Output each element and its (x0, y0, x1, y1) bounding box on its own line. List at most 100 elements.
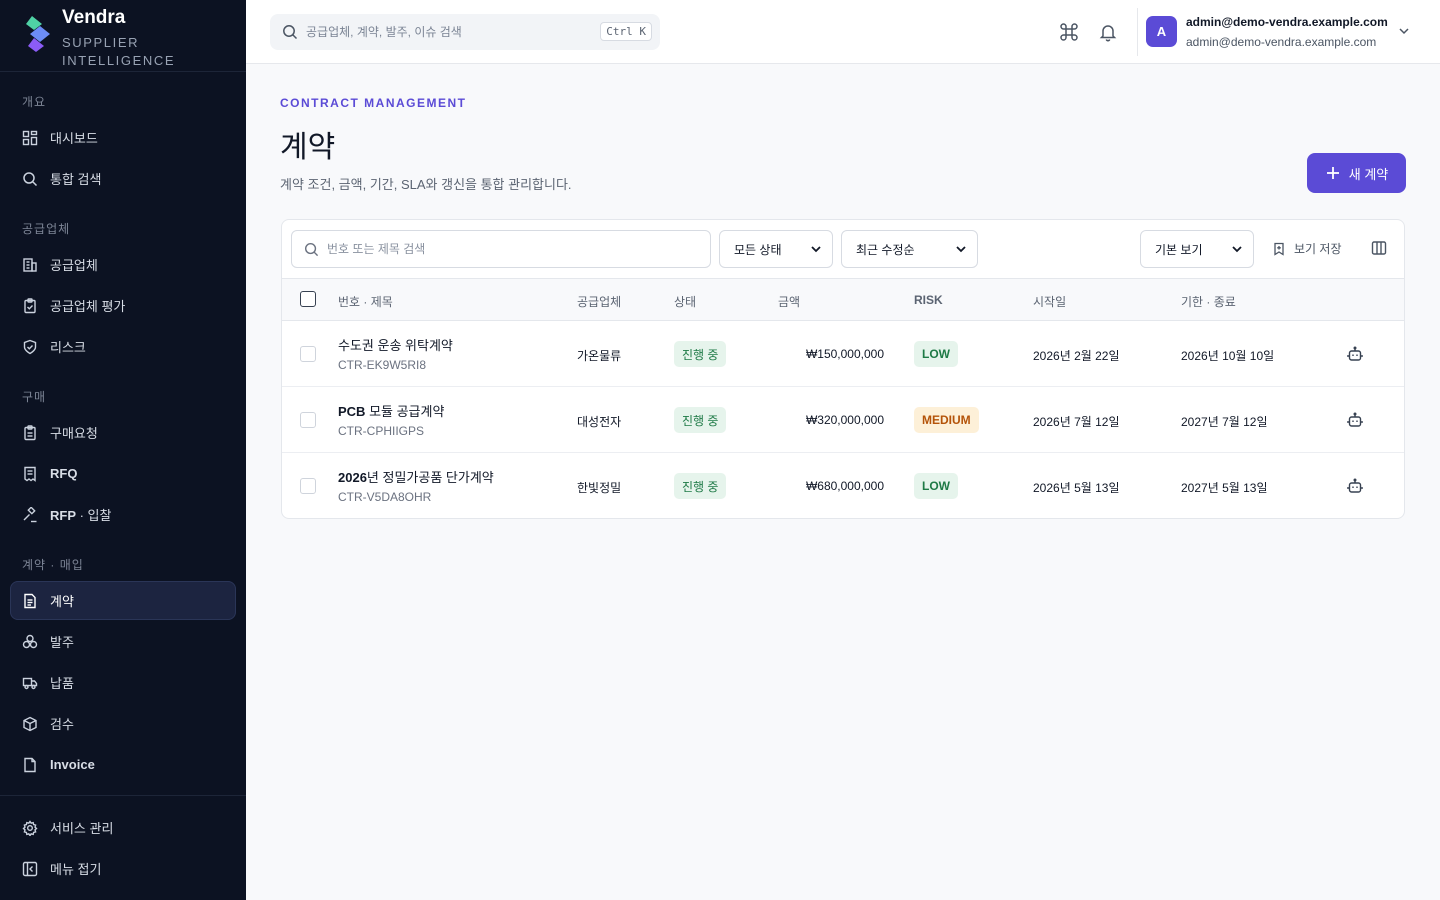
view-select[interactable]: 기본 보기 (1140, 230, 1254, 268)
clipboard-check-icon (24, 297, 36, 313)
save-view-button[interactable]: 보기 저장 (1272, 240, 1342, 257)
truck-icon (22, 677, 38, 689)
view-value: 기본 보기 (1155, 242, 1203, 257)
search-shortcut-badge: Ctrl K (600, 22, 652, 41)
sidebar-collapse-button[interactable]: 메뉴 접기 (10, 849, 236, 888)
sidebar-item-deliveries[interactable]: 납품 (10, 663, 236, 702)
row-checkbox[interactable] (300, 478, 316, 494)
sidebar-item-label: RFP · 입찰 (50, 508, 112, 523)
sidebar-item-rfq[interactable]: RFQ (10, 454, 236, 493)
header-divider (1137, 8, 1138, 56)
dashboard-icon (22, 130, 38, 145)
row-checkbox[interactable] (300, 412, 316, 428)
sidebar-item-label: 통합 검색 (50, 172, 102, 187)
sidebar-item-label: 발주 (50, 635, 74, 650)
new-contract-button[interactable]: 새 계약 (1307, 153, 1406, 193)
sidebar-item-rfp[interactable]: RFP · 입찰 (10, 495, 236, 534)
ai-bot-icon[interactable] (1347, 478, 1363, 494)
package-check-icon (23, 716, 37, 731)
sidebar-item-label: 대시보드 (50, 131, 98, 146)
contract-amount: ₩150,000,000 (805, 347, 884, 361)
sidebar-item-risk[interactable]: 리스크 (10, 327, 236, 366)
contract-title[interactable]: PCB 모듈 공급계약 (338, 401, 444, 420)
sort-select[interactable]: 최근 수정순 (841, 230, 978, 268)
status-badge: 진행 중 (674, 407, 727, 433)
shield-check-icon (23, 339, 37, 354)
sidebar-item-label: 공급업체 평가 (50, 299, 126, 314)
building-icon (23, 257, 37, 272)
status-badge: 진행 중 (674, 473, 727, 499)
columns-icon[interactable] (1371, 240, 1387, 256)
sidebar-item-supplier-evaluation[interactable]: 공급업체 평가 (10, 286, 236, 325)
sidebar-item-search[interactable]: 통합 검색 (10, 159, 236, 198)
sidebar-item-label: 계약 (50, 594, 74, 609)
sidebar-item-contracts[interactable]: 계약 (10, 581, 236, 620)
column-header-amount[interactable]: 금액 (778, 293, 800, 310)
bookmark-plus-icon (1274, 242, 1284, 256)
select-all-checkbox[interactable] (300, 291, 316, 307)
sidebar-item-label: 공급업체 (50, 258, 98, 273)
sidebar-item-dashboard[interactable]: 대시보드 (10, 118, 236, 157)
contract-code: CTR-CPHIIGPS (338, 424, 425, 438)
sort-value: 최근 수정순 (856, 242, 915, 257)
contract-title[interactable]: 2026년 정밀가공품 단가계약 (338, 467, 494, 486)
sidebar-item-label: 구매요청 (50, 426, 98, 441)
gavel-icon (23, 506, 37, 522)
chevron-down-icon[interactable] (1397, 24, 1411, 38)
chevron-down-icon (1232, 246, 1242, 253)
chevron-down-icon (811, 246, 821, 253)
contract-amount: ₩680,000,000 (805, 479, 884, 493)
section-label-contracts: 계약 · 매입 (22, 558, 84, 572)
clipboard-list-icon (24, 424, 36, 440)
search-icon (304, 242, 319, 256)
contract-end-date: 2027년 5월 13일 (1181, 481, 1268, 495)
status-filter-select[interactable]: 모든 상태 (719, 230, 833, 268)
column-header-supplier[interactable]: 공급업체 (577, 293, 621, 310)
section-label-suppliers: 공급업체 (22, 222, 71, 236)
avatar[interactable]: A (1146, 16, 1177, 47)
contract-search-input[interactable] (327, 242, 687, 256)
contract-amount: ₩320,000,000 (805, 413, 884, 427)
contract-search[interactable] (291, 230, 711, 268)
ai-bot-icon[interactable] (1347, 346, 1363, 362)
user-name[interactable]: admin@demo-vendra.example.com (1186, 15, 1388, 29)
file-icon (24, 757, 36, 772)
sidebar-item-suppliers[interactable]: 공급업체 (10, 245, 236, 284)
boxes-icon (22, 634, 38, 648)
top-header: Ctrl K A admin@demo-vendra.example.com a… (246, 0, 1440, 64)
bell-icon[interactable] (1098, 22, 1118, 42)
panel-collapse-icon (22, 861, 38, 876)
column-header-end[interactable]: 기한 · 종료 (1181, 293, 1236, 310)
contract-end-date: 2027년 7월 12일 (1181, 415, 1268, 429)
sidebar-item-orders[interactable]: 발주 (10, 622, 236, 661)
sidebar-item-invoice[interactable]: Invoice (10, 745, 236, 784)
command-icon[interactable] (1059, 22, 1079, 42)
contract-start-date: 2026년 5월 13일 (1033, 481, 1120, 495)
risk-badge: LOW (914, 341, 958, 367)
table-row[interactable]: 수도권 운송 위탁계약 CTR-EK9W5RI8 가온물류 진행 중 ₩150,… (282, 321, 1404, 387)
status-filter-value: 모든 상태 (734, 242, 782, 257)
row-checkbox[interactable] (300, 346, 316, 362)
column-header-start[interactable]: 시작일 (1033, 293, 1066, 310)
table-row[interactable]: 2026년 정밀가공품 단가계약 CTR-V5DA8OHR 한빛정밀 진행 중 … (282, 453, 1404, 518)
contract-code: CTR-V5DA8OHR (338, 490, 432, 504)
sidebar-nav: 개요 대시보드 통합 검색 공급업체 공급업체 공급업체 평가 리스크 구매 구… (0, 0, 246, 900)
sidebar-item-label: 서비스 관리 (50, 821, 114, 836)
global-search[interactable]: Ctrl K (270, 14, 660, 50)
table-row[interactable]: PCB 모듈 공급계약 CTR-CPHIIGPS 대성전자 진행 중 ₩320,… (282, 387, 1404, 453)
status-badge: 진행 중 (674, 341, 727, 367)
file-text-icon (24, 593, 36, 608)
ai-bot-icon[interactable] (1347, 412, 1363, 428)
column-header-status[interactable]: 상태 (674, 293, 696, 310)
global-search-input[interactable] (306, 25, 576, 39)
column-header-risk[interactable]: RISK (914, 293, 943, 307)
sidebar-item-inspection[interactable]: 검수 (10, 704, 236, 743)
sidebar-item-label: Invoice (50, 757, 95, 772)
contract-supplier: 한빛정밀 (577, 481, 622, 495)
table-toolbar: 모든 상태 최근 수정순 기본 보기 보기 저장 (282, 220, 1404, 278)
sidebar-item-purchase-requests[interactable]: 구매요청 (10, 413, 236, 452)
sidebar-item-service-admin[interactable]: 서비스 관리 (10, 808, 236, 847)
contract-title[interactable]: 수도권 운송 위탁계약 (338, 335, 453, 354)
sidebar-item-label: 리스크 (50, 340, 86, 355)
column-header-title[interactable]: 번호 · 제목 (338, 293, 393, 310)
